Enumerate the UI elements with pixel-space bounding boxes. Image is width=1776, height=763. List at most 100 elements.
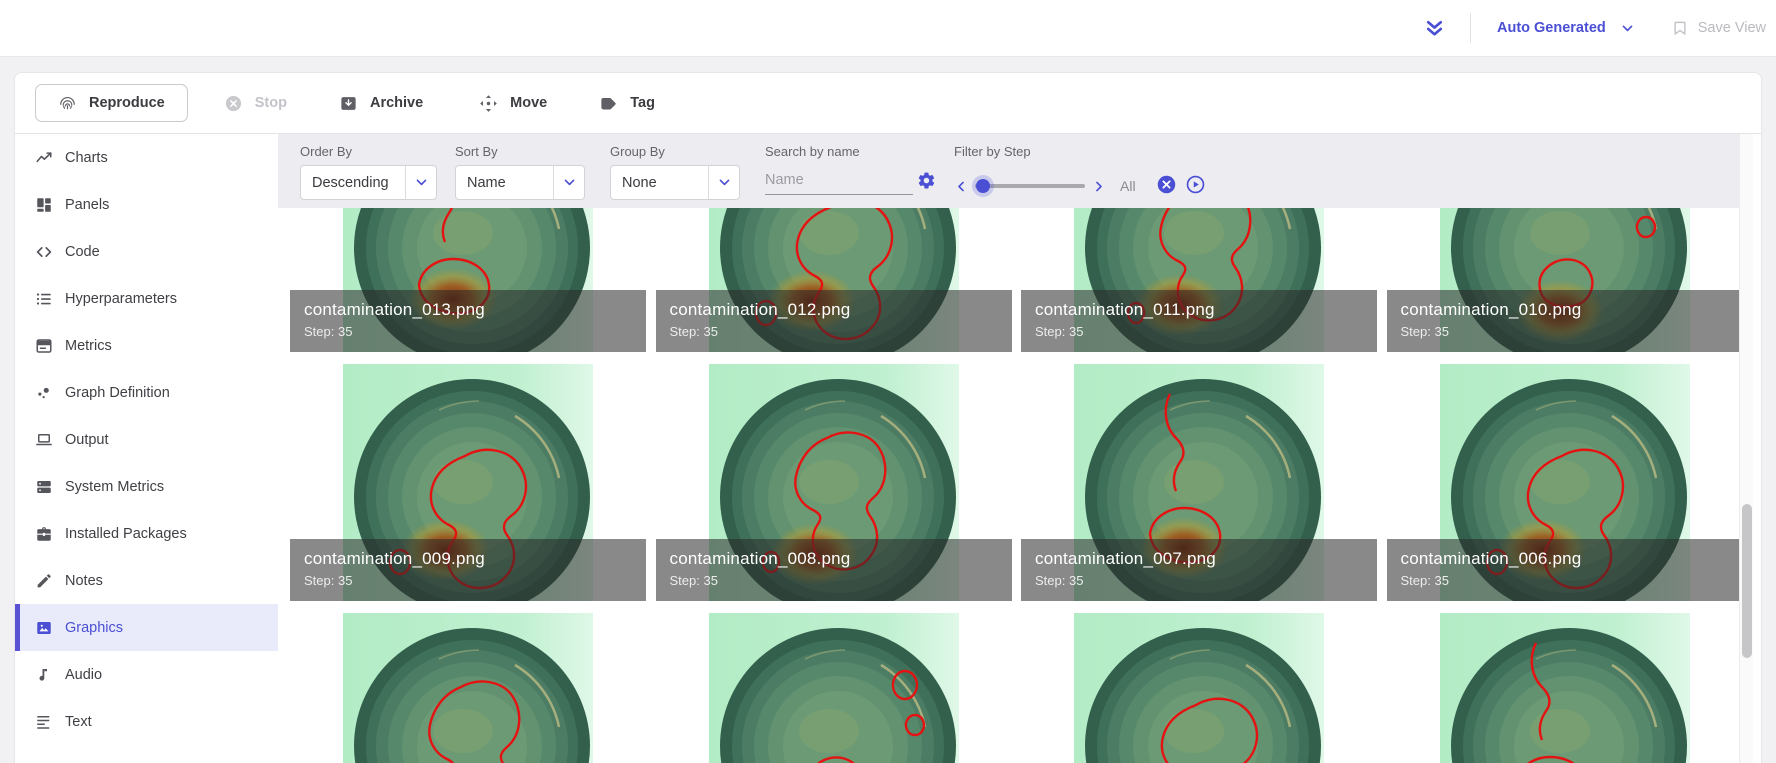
sidebar-item-label: Hyperparameters	[65, 291, 177, 307]
sidebar-item-label: Graphics	[65, 620, 123, 636]
chevron-down-icon	[1620, 21, 1635, 36]
gallery-card[interactable]	[290, 613, 646, 763]
sidebar-item-label: Metrics	[65, 338, 112, 354]
step-controls: All	[954, 174, 1206, 198]
gallery-card[interactable]: contamination_006.png Step: 35	[1387, 364, 1742, 601]
button-label: Move	[510, 95, 547, 111]
image-name: contamination_013.png	[304, 299, 646, 321]
gallery-card[interactable]: contamination_013.pngStep: 35	[290, 208, 646, 352]
stop-circle-icon	[224, 94, 243, 113]
metrics-card-icon	[35, 337, 53, 355]
card-footer: contamination_012.pngStep: 35	[656, 290, 1012, 352]
card-footer: contamination_009.pngStep: 35	[290, 539, 646, 601]
search-label: Search by name	[765, 144, 860, 159]
card-footer: contamination_011.pngStep: 35	[1021, 290, 1377, 352]
scrollbar-thumb[interactable]	[1742, 504, 1752, 658]
gallery-card[interactable]	[656, 613, 1012, 763]
gallery-card[interactable]: contamination_008.pngStep: 35	[656, 364, 1012, 601]
save-view-button[interactable]: Save View	[1671, 19, 1766, 37]
fingerprint-icon	[58, 94, 77, 113]
image-step: Step: 35	[1401, 573, 1742, 588]
sidebar-item-label: Graph Definition	[65, 385, 170, 401]
chevron-down-icon	[405, 166, 436, 199]
gallery-card[interactable]: contamination_009.pngStep: 35	[290, 364, 646, 601]
double-chevron-down-icon[interactable]	[1422, 15, 1448, 41]
sidebar-item-installed-packages[interactable]: Installed Packages	[15, 510, 278, 557]
sidebar-item-label: Charts	[65, 150, 108, 166]
image-thumbnail[interactable]	[343, 613, 593, 763]
reproduce-button[interactable]: Reproduce	[35, 84, 188, 122]
sidebar-item-metrics[interactable]: Metrics	[15, 322, 278, 369]
sidebar-item-audio[interactable]: Audio	[15, 651, 278, 698]
experiment-card: Reproduce Stop Archive Move Tag Charts Panels…	[14, 72, 1762, 763]
image-thumbnail[interactable]	[1074, 613, 1324, 763]
top-bar: Auto Generated Save View	[0, 0, 1776, 57]
sidebar: Charts Panels Code Hyperparameters Metrics Gr…	[15, 134, 278, 763]
music-note-icon	[35, 666, 53, 684]
save-view-label: Save View	[1698, 20, 1766, 36]
gear-icon[interactable]	[917, 171, 936, 190]
gallery-card[interactable]: contamination_011.pngStep: 35	[1021, 208, 1377, 352]
gallery-card[interactable]	[1021, 613, 1377, 763]
sidebar-item-panels[interactable]: Panels	[15, 181, 278, 228]
petri-dish-image	[1074, 613, 1324, 763]
server-icon	[35, 478, 53, 496]
order-by-label: Order By	[300, 144, 352, 159]
search-input[interactable]	[765, 170, 913, 195]
image-name: contamination_006.png	[1401, 548, 1742, 570]
sidebar-item-notes[interactable]: Notes	[15, 557, 278, 604]
sidebar-item-graphics[interactable]: Graphics	[15, 604, 278, 651]
chevron-left-icon[interactable]	[954, 179, 969, 194]
group-by-value: None	[611, 175, 708, 191]
sidebar-item-code[interactable]: Code	[15, 228, 278, 275]
view-selector[interactable]: Auto Generated	[1497, 20, 1635, 36]
image-name: contamination_007.png	[1035, 548, 1377, 570]
step-slider-thumb[interactable]	[976, 179, 990, 193]
tag-icon	[599, 94, 618, 113]
clear-step-filter-button[interactable]	[1156, 174, 1177, 198]
vertical-scrollbar[interactable]	[1739, 134, 1753, 763]
graphics-gallery: contamination_013.pngStep: 35contaminati…	[278, 208, 1741, 763]
chevron-down-icon	[553, 166, 584, 199]
chevron-right-icon[interactable]	[1091, 179, 1106, 194]
stop-button: Stop	[224, 84, 287, 122]
image-name: contamination_010.png	[1401, 299, 1742, 321]
gallery-card[interactable]: contamination_007.pngStep: 35	[1021, 364, 1377, 601]
sidebar-item-label: Installed Packages	[65, 526, 187, 542]
tag-button[interactable]: Tag	[599, 84, 655, 122]
order-by-select[interactable]: Descending	[300, 165, 437, 200]
close-circle-icon	[1156, 174, 1177, 198]
image-thumbnail[interactable]	[709, 613, 959, 763]
panels-icon	[35, 196, 53, 214]
sidebar-item-charts[interactable]: Charts	[15, 134, 278, 181]
archive-button[interactable]: Archive	[339, 84, 423, 122]
image-name: contamination_009.png	[304, 548, 646, 570]
image-step: Step: 35	[670, 324, 1012, 339]
graph-dots-icon	[35, 384, 53, 402]
sidebar-item-graph-definition[interactable]: Graph Definition	[15, 369, 278, 416]
sort-by-label: Sort By	[455, 144, 498, 159]
card-footer: contamination_008.pngStep: 35	[656, 539, 1012, 601]
gallery-card[interactable]: contamination_012.pngStep: 35	[656, 208, 1012, 352]
sidebar-item-label: Text	[65, 714, 92, 730]
step-slider[interactable]	[975, 184, 1085, 188]
sidebar-item-output[interactable]: Output	[15, 416, 278, 463]
sidebar-item-label: Panels	[65, 197, 109, 213]
pencil-icon	[35, 572, 53, 590]
image-thumbnail[interactable]	[1440, 613, 1690, 763]
play-steps-button[interactable]	[1185, 174, 1206, 198]
move-button[interactable]: Move	[479, 84, 547, 122]
gallery-card[interactable]: contamination_010.pngStep: 35	[1387, 208, 1742, 352]
filter-bar: Order By Descending Sort By Name Group B…	[278, 134, 1741, 208]
sidebar-item-text[interactable]: Text	[15, 698, 278, 745]
gallery-card[interactable]	[1387, 613, 1742, 763]
experiment-toolbar: Reproduce Stop Archive Move Tag	[15, 73, 1761, 134]
line-chart-icon	[35, 149, 53, 167]
group-by-select[interactable]: None	[610, 165, 740, 200]
list-icon	[35, 290, 53, 308]
sidebar-item-system-metrics[interactable]: System Metrics	[15, 463, 278, 510]
step-all-label: All	[1120, 178, 1136, 194]
sort-by-select[interactable]: Name	[455, 165, 585, 200]
petri-dish-image	[1440, 613, 1690, 763]
sidebar-item-hyperparameters[interactable]: Hyperparameters	[15, 275, 278, 322]
